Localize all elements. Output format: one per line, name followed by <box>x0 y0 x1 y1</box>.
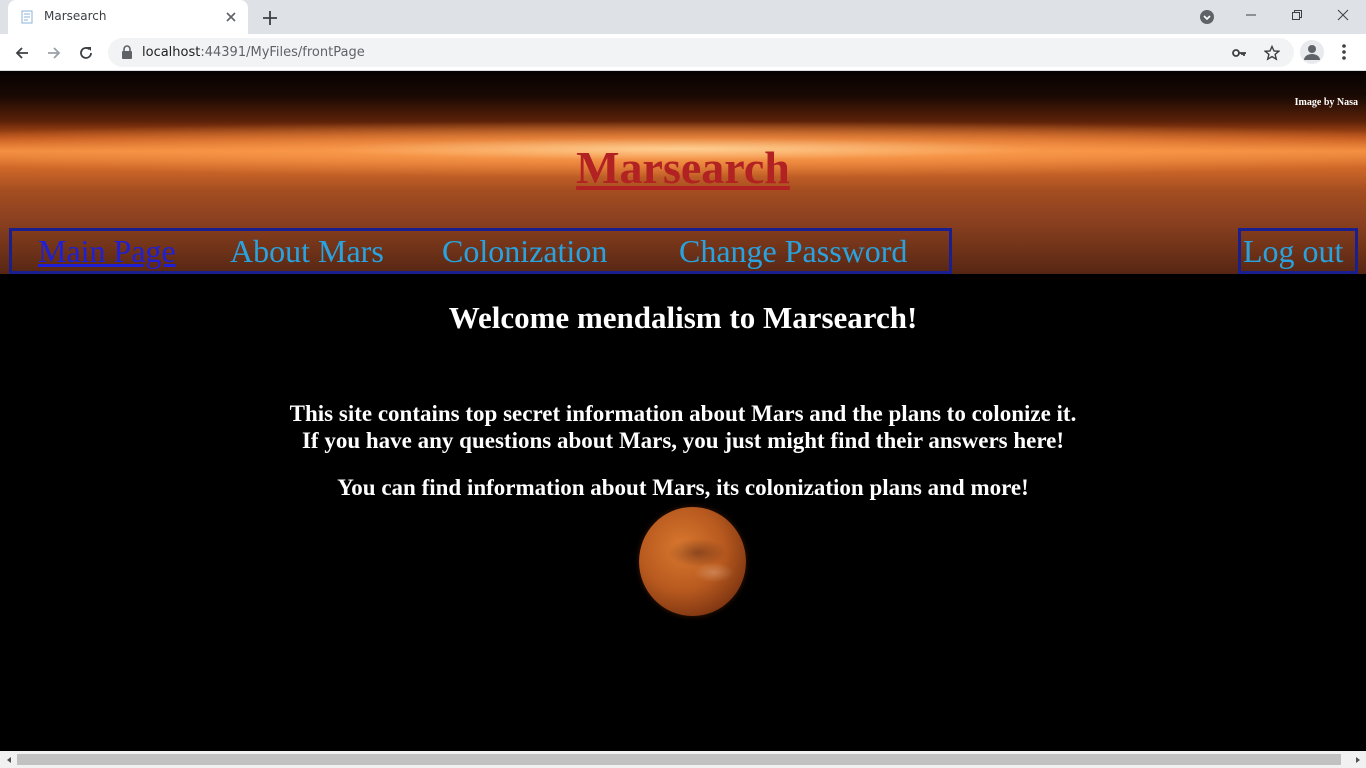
url-path: :44391/MyFiles/frontPage <box>200 45 365 60</box>
browser-tab[interactable]: Marsearch <box>8 0 248 34</box>
scroll-right-button[interactable] <box>1349 751 1366 768</box>
password-key-button[interactable] <box>1229 43 1249 63</box>
scroll-left-button[interactable] <box>0 751 17 768</box>
welcome-heading: Welcome mendalism to Marsearch! <box>448 300 918 335</box>
nav-log-out[interactable]: Log out <box>1243 233 1343 270</box>
scroll-left-icon <box>6 756 11 763</box>
image-credit: Image by Nasa <box>1294 97 1358 108</box>
close-window-button[interactable] <box>1320 0 1366 30</box>
tab-strip: Marsearch <box>0 0 1366 34</box>
site-title[interactable]: Marsearch <box>0 141 1366 194</box>
browser-toolbar: localhost:44391/MyFiles/frontPage <box>0 34 1366 71</box>
minimize-icon <box>1246 14 1256 16</box>
forward-button[interactable] <box>41 40 67 66</box>
back-button[interactable] <box>9 40 35 66</box>
intro-line-3: You can find information about Mars, its… <box>337 475 1029 500</box>
user-icon <box>1304 45 1320 60</box>
restore-icon <box>1292 10 1302 20</box>
scrollbar-thumb[interactable] <box>17 754 1341 765</box>
close-tab-icon[interactable] <box>222 8 240 26</box>
url-host: localhost <box>142 45 201 60</box>
key-icon <box>1232 49 1246 57</box>
more-menu-icon[interactable] <box>1334 40 1354 64</box>
nav-colonization[interactable]: Colonization <box>442 233 607 270</box>
intro-line-2: If you have any questions about Mars, yo… <box>301 428 1065 453</box>
back-arrow-icon <box>15 47 28 59</box>
main-nav: Main Page About Mars Colonization Change… <box>9 228 952 274</box>
forward-arrow-icon <box>48 47 61 59</box>
web-page: Image by Nasa Marsearch Main Page About … <box>0 71 1366 751</box>
intro-line-1: This site contains top secret informatio… <box>289 401 1077 426</box>
reload-icon <box>80 47 92 59</box>
mars-image <box>639 507 746 616</box>
address-bar[interactable]: localhost:44391/MyFiles/frontPage <box>108 38 1294 67</box>
nav-change-password[interactable]: Change Password <box>679 233 907 270</box>
scroll-right-icon <box>1355 756 1360 763</box>
lock-icon[interactable] <box>120 45 134 60</box>
reload-button[interactable] <box>73 40 99 66</box>
close-icon <box>1337 9 1349 21</box>
star-icon <box>1264 45 1280 61</box>
logout-container: Log out <box>1238 228 1358 274</box>
new-tab-icon[interactable] <box>259 7 281 29</box>
bookmark-button[interactable] <box>1262 43 1282 63</box>
url-text: localhost:44391/MyFiles/frontPage <box>142 45 365 60</box>
header-banner: Image by Nasa Marsearch Main Page About … <box>0 71 1366 274</box>
tab-title: Marsearch <box>44 9 107 23</box>
page-favicon-icon <box>21 10 33 24</box>
minimize-button[interactable] <box>1228 0 1274 30</box>
tab-search-icon[interactable] <box>1199 9 1215 25</box>
nav-main-page[interactable]: Main Page <box>38 233 176 270</box>
horizontal-scrollbar[interactable] <box>0 751 1366 768</box>
restore-button[interactable] <box>1274 0 1320 30</box>
profile-avatar[interactable] <box>1300 40 1324 64</box>
nav-about-mars[interactable]: About Mars <box>230 233 384 270</box>
